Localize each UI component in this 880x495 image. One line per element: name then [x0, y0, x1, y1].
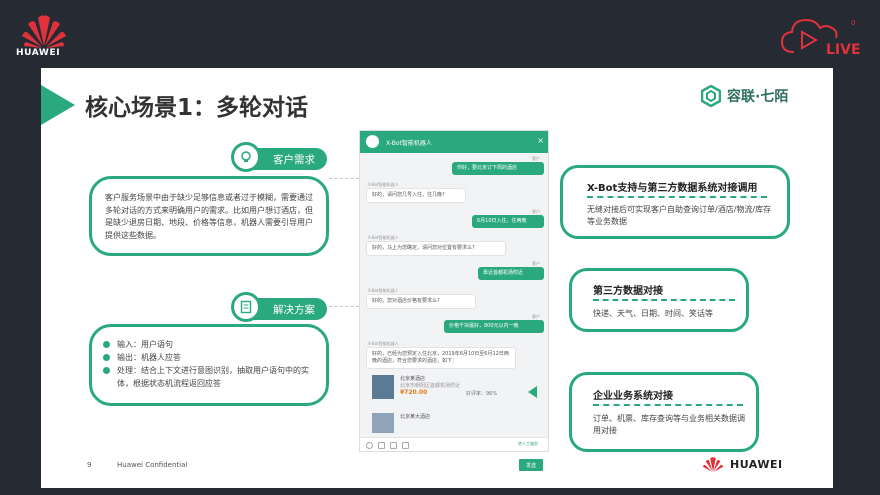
third-party-title: 第三方数据对接: [593, 286, 663, 297]
enterprise-system-card: [569, 372, 759, 452]
svg-text:LIVE: LIVE: [826, 42, 860, 58]
customer-need-label: 客户需求: [231, 142, 327, 172]
enterprise-system-text: 订单、机票、库存查询等与业务相关数据调用对接: [593, 414, 745, 435]
confidential-label: Huawei Confidential: [117, 461, 188, 469]
solution-list: 输入：用户语句 输出：机器人应答 处理：结合上下文进行意图识别，抽取用户语句中的…: [103, 338, 317, 390]
chat-window: X-Bot智能机器人 × 客户 你好，要北京订下周的酒店 X-Bot智能机器人 …: [359, 130, 549, 452]
chat-message: 靠近首都机场附近: [478, 267, 544, 280]
divider: [587, 196, 767, 198]
send-button[interactable]: 发送: [519, 459, 543, 471]
slide-title: 核心场景1：多轮对话: [85, 95, 309, 121]
customer-need-text: 客户服务场景中由于缺少足够信息或者过于模糊，需要通过多轮对话的方式来明确用户的需…: [105, 193, 313, 240]
live-viewer-count: 0: [851, 19, 856, 27]
chat-message: 6月10日入住，住两晚: [472, 215, 544, 228]
enterprise-system-title: 企业业务系统对接: [593, 391, 673, 402]
window: HUAWEI LIVE 0 核心场景1：多轮对话 容联·七陌 客户需求 客户服务…: [0, 0, 880, 495]
page-number: 9: [87, 461, 92, 469]
live-cloud-icon: LIVE: [780, 18, 860, 58]
chat-title: X-Bot智能机器人: [386, 139, 432, 147]
huawei-logo-text: HUAWEI: [16, 48, 61, 58]
brand-logo: 容联·七陌: [701, 84, 788, 108]
brand-name: 容联·七陌: [727, 89, 789, 105]
hotel-address: 北京市朝阳区首都机场附近: [400, 383, 461, 389]
emoji-icon[interactable]: [366, 442, 373, 449]
list-item: 输出：机器人应答: [103, 351, 317, 364]
brand-hexagon-icon: [701, 85, 721, 107]
chat-message: 价格千块最好，800元以内一晚: [444, 320, 544, 333]
divider: [593, 299, 735, 301]
xbot-integration-title: X-Bot支持与第三方数据系统对接调用: [587, 183, 758, 194]
xbot-integration-text: 无缝对接后可实现客户自助查询订单/酒店/物流/库存等业务数据: [587, 205, 772, 226]
hotel-name: 北京某大酒店: [400, 414, 431, 420]
hotel-image: [372, 413, 394, 433]
close-icon[interactable]: ×: [537, 136, 544, 145]
file-icon[interactable]: [390, 442, 397, 449]
hotel-image: [372, 375, 394, 399]
huawei-footer-logo: HUAWEI: [701, 454, 783, 474]
chat-toolbar: 转人工服务: [360, 437, 548, 451]
chat-message: 你好，要北京订下周的酒店: [452, 162, 544, 175]
chat-message: 好的，已经为您预定入住北京，2019年6月10日至6月12日两晚的酒店，符合您要…: [366, 347, 516, 369]
hotel-price: ¥720.00: [400, 389, 428, 396]
solution-label: 解决方案: [231, 292, 327, 322]
chat-message: 好的，请问您几号入住，住几晚?: [366, 188, 466, 203]
divider: [593, 404, 743, 406]
bot-avatar: [366, 135, 379, 148]
list-item: 处理：结合上下文进行意图识别，抽取用户语句中的实体，根据状态机流程返回应答: [103, 364, 317, 390]
list-item: 输入：用户语句: [103, 338, 317, 351]
chat-header: X-Bot智能机器人 ×: [360, 131, 548, 153]
hotel-card[interactable]: 北京某酒店 北京市朝阳区首都机场附近 ¥720.00 好评率：96%: [366, 373, 506, 409]
connector-line: [329, 178, 359, 179]
huawei-logo-icon: [702, 457, 724, 472]
lightbulb-icon: [231, 142, 261, 172]
transfer-agent-link[interactable]: 转人工服务: [518, 441, 538, 447]
hotel-rating: 好评率：96%: [466, 391, 498, 397]
huawei-footer-text: HUAWEI: [730, 457, 783, 471]
hotel-name: 北京某酒店: [400, 376, 426, 382]
connector-line: [329, 306, 359, 307]
document-icon: [231, 292, 261, 322]
slide: 核心场景1：多轮对话 容联·七陌 客户需求 客户服务场景中由于缺少足够信息或者过…: [41, 68, 833, 488]
title-arrow-icon: [41, 85, 75, 125]
third-party-text: 快递、天气、日期、时间、笑话等: [593, 309, 713, 318]
chat-message: 好的，您对酒店价格有要求么?: [366, 294, 476, 309]
arrow-left-icon: [528, 386, 537, 398]
chat-message: 好的，马上为您确定。请问您对位置有要求么?: [366, 241, 506, 256]
screenshot-icon[interactable]: [402, 442, 409, 449]
image-icon[interactable]: [378, 442, 385, 449]
